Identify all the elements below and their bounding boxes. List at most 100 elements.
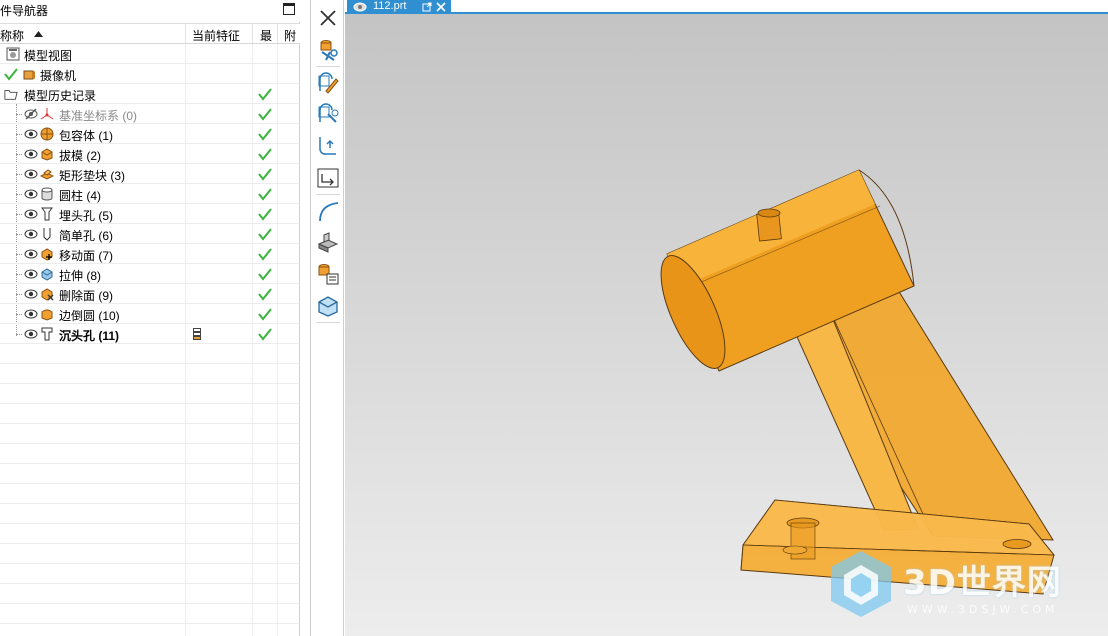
sheet-metal-tool-icon[interactable] — [315, 229, 341, 255]
column-header-name[interactable]: 称称 — [0, 27, 24, 44]
rect-pad-icon — [40, 169, 54, 180]
check-icon — [258, 168, 272, 181]
tree-row-delete-face[interactable]: 删除面 (9) — [0, 284, 300, 304]
navigator-column-header: 称称 当前特征 最 附 — [0, 23, 300, 44]
curve-tool-icon[interactable] — [315, 133, 341, 159]
check-icon — [258, 228, 272, 241]
tree-empty-row — [0, 564, 300, 584]
check-icon — [258, 128, 272, 141]
3d-viewport[interactable]: 3D世界网 WWW.3DSJW.COM — [345, 14, 1108, 636]
document-tab-label: 112.prt — [373, 0, 407, 12]
check-icon — [258, 188, 272, 201]
maximize-icon[interactable] — [283, 3, 295, 15]
navigator-title-bar: 件导航器 — [0, 0, 300, 22]
tree-empty-row — [0, 344, 300, 364]
tree-row-model-history[interactable]: 模型历史记录 — [0, 84, 300, 104]
tree-row-camera[interactable]: 摄像机 — [0, 64, 300, 84]
visible-eye-icon[interactable] — [24, 128, 38, 140]
tree-row-label: 模型视图 — [24, 49, 73, 63]
column-header-current-feature[interactable]: 当前特征 — [192, 27, 240, 44]
edge-blend-icon — [41, 309, 53, 321]
transform-tool-icon[interactable] — [315, 165, 341, 191]
tree-row-edge-blend[interactable]: 边倒圆 (10) — [0, 304, 300, 324]
current-feature-marker-icon — [193, 328, 201, 340]
draft-icon — [41, 148, 53, 161]
tree-row-countersunk-hole[interactable]: 埋头孔 (5) — [0, 204, 300, 224]
3d-model-tool-icon[interactable] — [315, 293, 341, 319]
tree-empty-row — [0, 364, 300, 384]
tree-row-label: 圆柱 (4) — [59, 189, 102, 203]
tree-row-label: 移动面 (7) — [59, 249, 114, 263]
delete-face-icon — [41, 288, 54, 301]
tree-row-counterbore-hole[interactable]: 沉头孔 (11) — [0, 324, 300, 344]
tree-row-label: 边倒圆 (10) — [59, 309, 120, 323]
cylinder-icon — [41, 187, 53, 201]
tree-row-bounding-body[interactable]: 包容体 (1) — [0, 124, 300, 144]
arc-tool-icon[interactable] — [315, 198, 341, 224]
simple-hole-icon — [43, 228, 51, 241]
visible-eye-icon[interactable] — [24, 188, 38, 200]
close-icon[interactable] — [315, 5, 341, 31]
check-icon — [258, 288, 272, 301]
watermark-url: WWW.3DSJW.COM — [907, 603, 1059, 616]
model-views-icon — [6, 47, 20, 61]
tree-row-rect-pad[interactable]: 矩形垫块 (3) — [0, 164, 300, 184]
camera-icon — [23, 70, 35, 80]
tree-row-label: 沉头孔 (11) — [59, 329, 120, 343]
part-family-tool-icon[interactable] — [315, 261, 341, 287]
base-hole-left-front — [782, 545, 808, 555]
document-tab[interactable]: 112.prt — [347, 0, 451, 14]
check-icon — [4, 68, 18, 81]
tree-row-model-views[interactable]: 模型视图 — [0, 44, 300, 64]
tree-row-label: 基准坐标系 (0) — [59, 109, 138, 123]
watermark: 3D世界网 WWW.3DSJW.COM — [825, 539, 1105, 629]
visible-eye-icon[interactable] — [24, 248, 38, 260]
column-header-attached[interactable]: 附 — [284, 27, 300, 44]
visible-eye-icon[interactable] — [24, 308, 38, 320]
visible-eye-icon[interactable] — [24, 228, 38, 240]
tree-empty-row — [0, 404, 300, 424]
part-navigator: 件导航器 称称 当前特征 最 附 模型视图 摄像机 模型历史记录 基准坐标系 (… — [0, 0, 300, 636]
check-icon — [258, 328, 272, 341]
column-header-latest[interactable]: 最 — [260, 27, 272, 44]
visible-eye-icon[interactable] — [24, 288, 38, 300]
document-tab-bar: 112.prt — [345, 0, 1108, 14]
hidden-eye-icon[interactable] — [24, 108, 38, 120]
check-icon — [258, 248, 272, 261]
part-navigator-tool-icon[interactable] — [315, 37, 341, 63]
tree-row-draft[interactable]: 拔模 (2) — [0, 144, 300, 164]
check-icon — [258, 88, 272, 101]
sketch-tool-icon[interactable] — [315, 101, 341, 127]
undock-icon[interactable] — [422, 2, 432, 12]
tree-empty-row — [0, 584, 300, 604]
navigator-tree: 模型视图 摄像机 模型历史记录 基准坐标系 (0) 包容体 (1) 拔模 (2)… — [0, 44, 300, 636]
column-name-label: 称称 — [0, 29, 25, 43]
tree-empty-row — [0, 524, 300, 544]
countersunk-hole-icon — [41, 207, 53, 221]
visible-eye-icon[interactable] — [24, 208, 38, 220]
tree-row-simple-hole[interactable]: 简单孔 (6) — [0, 224, 300, 244]
tree-empty-row — [0, 464, 300, 484]
watermark-text: 3D世界网 — [903, 563, 1062, 603]
visible-eye-icon[interactable] — [24, 168, 38, 180]
tree-row-move-face[interactable]: 移动面 (7) — [0, 244, 300, 264]
close-tab-icon[interactable] — [436, 2, 446, 12]
tree-row-datum-csys[interactable]: 基准坐标系 (0) — [0, 104, 300, 124]
part-file-icon — [353, 2, 367, 12]
tree-empty-row — [0, 504, 300, 524]
visible-eye-icon[interactable] — [24, 148, 38, 160]
navigator-title: 件导航器 — [0, 4, 49, 18]
tree-row-cylinder[interactable]: 圆柱 (4) — [0, 184, 300, 204]
visible-eye-icon[interactable] — [24, 268, 38, 280]
tree-empty-row — [0, 444, 300, 464]
tree-empty-row — [0, 424, 300, 444]
sketch-edit-tool-icon[interactable] — [315, 70, 341, 96]
tree-row-label: 简单孔 (6) — [59, 229, 114, 243]
tree-row-label: 摄像机 — [40, 69, 77, 83]
sort-ascending-icon[interactable] — [34, 31, 43, 37]
tree-row-label: 埋头孔 (5) — [59, 209, 114, 223]
bounding-body-icon — [40, 127, 54, 141]
visible-eye-icon[interactable] — [24, 328, 38, 340]
tree-row-label: 包容体 (1) — [59, 129, 114, 143]
tree-row-extrude[interactable]: 拉伸 (8) — [0, 264, 300, 284]
